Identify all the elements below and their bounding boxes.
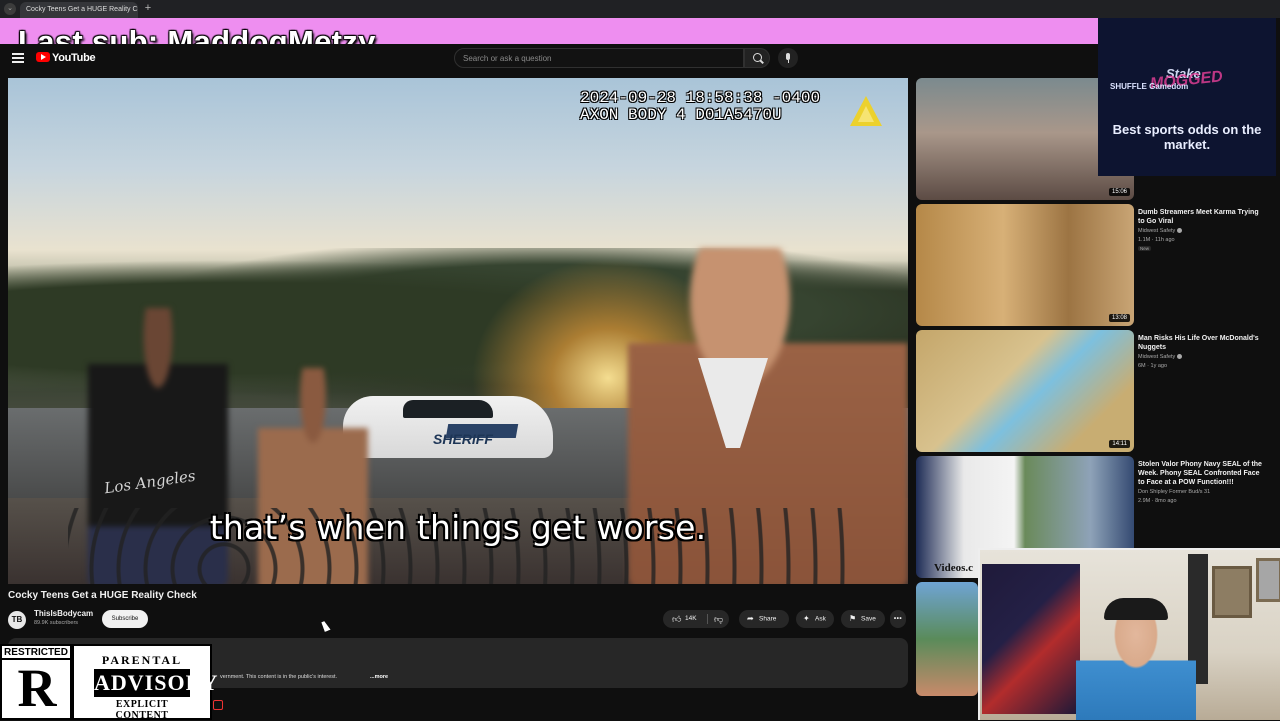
- thumbs-up-icon[interactable]: 👍︎: [672, 614, 681, 624]
- thumbnail-text: Videos.c: [934, 562, 974, 574]
- youtube-wordmark[interactable]: YouTube: [52, 52, 96, 64]
- recommended-video-title[interactable]: Stolen Valor Phony Navy SEAL of the Week…: [1138, 460, 1262, 487]
- save-button[interactable]: ⚑ Save: [841, 610, 885, 628]
- mouse-cursor-icon: [321, 620, 331, 632]
- recommended-video-meta: 2.9M · 8mo ago: [1138, 498, 1177, 504]
- video-player[interactable]: SHERIFF Los Angeles 2024-09-28 18:58:38 …: [8, 78, 908, 584]
- ad-tagline: Best sports odds on the market.: [1112, 122, 1262, 152]
- like-count[interactable]: 14K: [685, 610, 697, 628]
- bodycam-timestamp: 2024-09-28 18:58:38 -0400 AXON BODY 4 D0…: [580, 90, 820, 124]
- like-divider: [707, 614, 708, 624]
- timestamp-line-1: 2024-09-28 18:58:38 -0400: [580, 89, 821, 107]
- new-tab-button[interactable]: +: [142, 2, 154, 14]
- recommended-video-meta: 1.1M · 11h ago: [1138, 237, 1175, 243]
- restricted-letter: R: [17, 658, 57, 718]
- browser-tab[interactable]: Cocky Teens Get a HUGE Reality Check: [20, 2, 138, 18]
- video-scene-police-car: [343, 396, 553, 458]
- save-label: Save: [861, 615, 876, 623]
- last-sub-banner: Last sub: MaddogMetzy: [0, 18, 1098, 59]
- youtube-logo-icon[interactable]: [36, 52, 50, 62]
- share-label: Share: [759, 615, 777, 623]
- recommended-video-thumbnail[interactable]: 14:11: [916, 330, 1134, 452]
- advisory-top-text: PARENTAL: [101, 653, 183, 667]
- recommended-video-channel[interactable]: Don Shipley Former Bud/s 31: [1138, 489, 1210, 495]
- description-text: vernment. This content is in the public'…: [220, 674, 338, 680]
- ask-button[interactable]: ✦ Ask: [796, 610, 834, 628]
- sponsor-ad[interactable]: [1098, 18, 1276, 176]
- new-badge: New: [1138, 246, 1152, 251]
- like-dislike-group: 👍︎ 14K 👎︎: [663, 610, 729, 628]
- recommended-video-channel[interactable]: Midwest Safety: [1138, 354, 1183, 360]
- search-input[interactable]: Search or ask a question: [454, 48, 744, 68]
- sparkle-icon: ✦: [803, 614, 810, 623]
- subscribe-button[interactable]: Subscribe: [102, 610, 148, 628]
- advisory-mid-text: ADVISORY: [94, 669, 219, 697]
- ad-partners: SHUFFLE Gamedom: [1110, 82, 1189, 91]
- recommended-video-meta: 6M · 1y ago: [1138, 363, 1168, 369]
- recommended-video[interactable]: 14:11 Man Risks His Life Over McDonald's…: [916, 330, 1276, 452]
- microphone-icon[interactable]: [778, 48, 798, 68]
- restricted-rating-sticker: RESTRICTED R: [0, 644, 72, 720]
- channel-name[interactable]: ThisIsBodycam: [34, 609, 93, 618]
- channel-avatar[interactable]: TB: [8, 611, 26, 629]
- parental-advisory-sticker: PARENTAL ADVISORY EXPLICIT CONTENT: [72, 644, 219, 721]
- recommended-video[interactable]: 13:08 Dumb Streamers Meet Karma Trying t…: [916, 204, 1276, 326]
- ask-label: Ask: [815, 615, 826, 623]
- timestamp-line-2: AXON BODY 4 D01A5470U: [580, 106, 782, 124]
- verified-icon: [1177, 354, 1183, 360]
- video-title: Cocky Teens Get a HUGE Reality Check: [8, 590, 197, 601]
- youtube-header: YouTube Search or ask a question: [0, 44, 1280, 72]
- browser-tab-strip: ⌄ Cocky Teens Get a HUGE Reality Check +: [0, 0, 1280, 18]
- channel-label: Midwest Safety: [1138, 354, 1176, 360]
- recommended-video-thumbnail[interactable]: 13:08: [916, 204, 1134, 326]
- channel-subscriber-count: 89.9K subscribers: [34, 620, 79, 626]
- axon-logo-icon: [850, 96, 882, 126]
- police-car-label: SHERIFF: [433, 431, 493, 447]
- webcam-flag: [982, 564, 1080, 714]
- channel-label: Midwest Safety: [1138, 228, 1176, 234]
- video-caption: that’s when things get worse.: [209, 508, 707, 547]
- video-duration: 14:11: [1109, 440, 1130, 448]
- streamer-webcam: [978, 548, 1280, 720]
- share-icon: ➦: [747, 614, 754, 623]
- recommended-video-channel[interactable]: Midwest Safety: [1138, 228, 1183, 234]
- more-actions-button[interactable]: •••: [890, 610, 906, 628]
- video-duration: 13:08: [1108, 314, 1130, 322]
- recommended-video-thumbnail[interactable]: [916, 582, 978, 696]
- webcam-picture-frame: [1256, 558, 1280, 602]
- menu-icon[interactable]: [12, 53, 24, 63]
- webcam-headset: [1104, 598, 1168, 620]
- clip-icon[interactable]: [213, 700, 223, 710]
- verified-icon: [1177, 228, 1183, 234]
- thumbs-down-icon[interactable]: 👎︎: [714, 614, 723, 624]
- bookmark-icon: ⚑: [849, 614, 857, 623]
- share-button[interactable]: ➦ Share: [739, 610, 789, 628]
- recommended-video-title[interactable]: Dumb Streamers Meet Karma Trying to Go V…: [1138, 208, 1262, 226]
- recommended-video-title[interactable]: Man Risks His Life Over McDonald's Nugge…: [1138, 334, 1262, 352]
- description-more-link[interactable]: ...more: [370, 674, 388, 680]
- tab-menu-icon[interactable]: ⌄: [4, 3, 16, 15]
- advisory-bottom-text: EXPLICIT CONTENT: [115, 699, 169, 721]
- webcam-picture-frame: [1212, 566, 1252, 618]
- video-duration: 15:06: [1108, 188, 1130, 196]
- search-icon[interactable]: [744, 48, 770, 68]
